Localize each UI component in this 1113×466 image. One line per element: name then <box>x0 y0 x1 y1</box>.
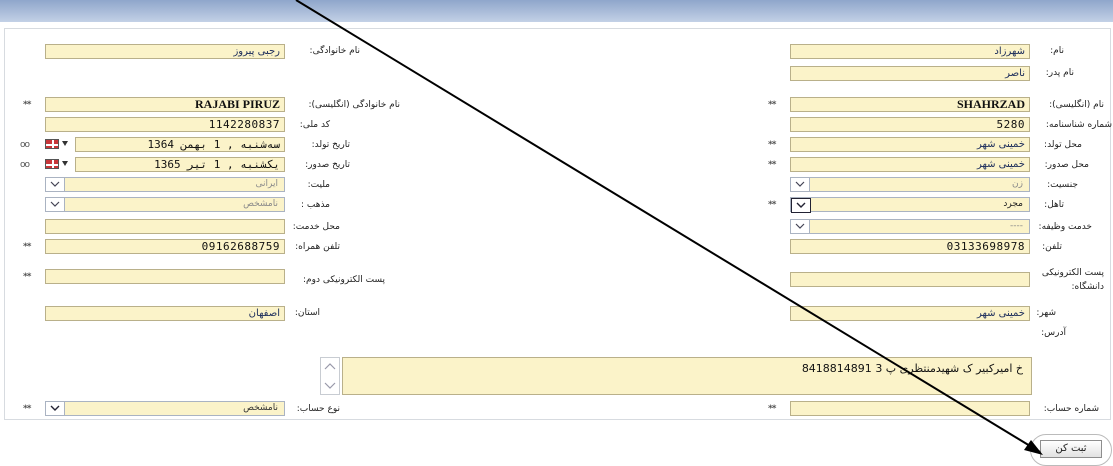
annotation-arrow <box>295 0 1043 455</box>
